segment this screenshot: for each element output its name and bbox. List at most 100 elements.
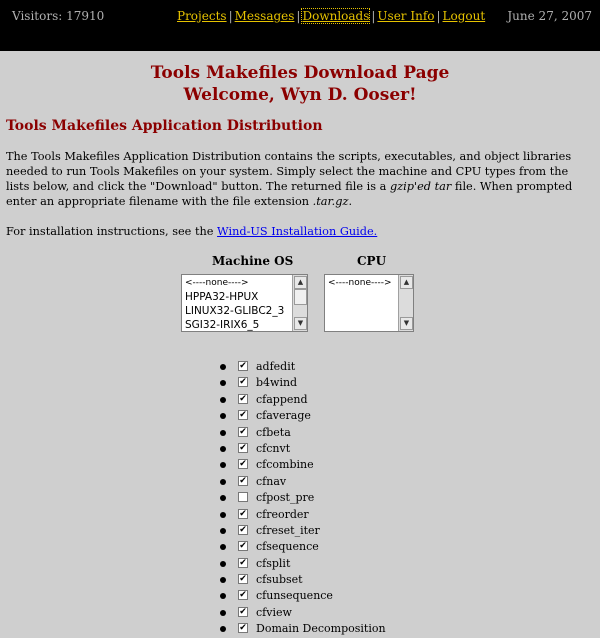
module-checkbox[interactable]: ✔ xyxy=(238,557,248,568)
section-title: Tools Makefiles Application Distribution xyxy=(6,118,323,134)
list-item: ✔ cfbeta xyxy=(0,425,600,441)
nav-messages-link[interactable]: Messages xyxy=(235,9,295,23)
list-item: cfpost_pre xyxy=(0,490,600,506)
cpu-listbox[interactable]: <----none----> ▲ ▼ xyxy=(324,274,414,332)
list-item: ✔ cfunsequence xyxy=(0,588,600,604)
install-text: For installation instructions, see the xyxy=(6,225,218,238)
listbox-option[interactable]: LINUX32-GLIBC2_3 xyxy=(182,304,307,318)
bullet-icon xyxy=(220,577,226,584)
installation-guide-link[interactable]: Wind-US Installation Guide. xyxy=(217,225,377,238)
list-item: ✔ cfaverage xyxy=(0,408,600,424)
current-date: June 27, 2007 xyxy=(507,9,592,23)
welcome-message: Welcome, Wyn D. Ooser! xyxy=(183,85,417,105)
main-nav: Projects | Messages | Downloads | User Info | Lo… xyxy=(177,8,486,24)
bullet-icon xyxy=(220,560,226,567)
module-checkbox[interactable]: ✔ xyxy=(238,475,248,486)
module-label: cfview xyxy=(256,605,292,619)
list-item: ✔ cfcombine xyxy=(0,457,600,473)
module-checkbox[interactable]: ✔ xyxy=(238,524,248,535)
module-label: adfedit xyxy=(256,360,296,373)
module-checkbox[interactable]: ✔ xyxy=(238,508,248,519)
vertical-scrollbar[interactable]: ▲ ▼ xyxy=(292,275,307,331)
scroll-up-icon[interactable]: ▲ xyxy=(400,276,413,289)
module-label: cfbeta xyxy=(256,425,291,439)
page-heading: Tools Makefiles Download Page Welcome, W… xyxy=(0,62,600,106)
scroll-up-icon[interactable]: ▲ xyxy=(294,276,307,289)
list-item: ✔ cfview xyxy=(0,605,600,621)
listbox-option[interactable]: HPPA32-HPUX xyxy=(182,290,307,304)
list-item: ✔ adfedit xyxy=(0,359,600,375)
module-checkbox[interactable]: ✔ xyxy=(238,377,248,388)
module-list: ✔ adfedit ✔ b4wind ✔ cfappend ✔ cfaverage ✔ cfbet… xyxy=(0,359,600,638)
bullet-icon xyxy=(220,527,226,534)
bullet-icon xyxy=(220,413,226,420)
module-label: cfsubset xyxy=(256,573,303,587)
list-item: ✔ Domain Decomposition xyxy=(0,621,600,637)
description-text-3: . xyxy=(348,195,353,208)
bullet-icon xyxy=(220,364,226,370)
scroll-down-icon[interactable]: ▼ xyxy=(294,317,307,330)
module-checkbox[interactable]: ✔ xyxy=(238,426,248,437)
listbox-option[interactable]: <----none----> xyxy=(182,276,307,290)
nav-separator: | xyxy=(296,9,301,23)
module-checkbox[interactable]: ✔ xyxy=(238,361,248,371)
install-paragraph: For installation instructions, see the W… xyxy=(6,224,594,239)
file-type-text: gzip'ed tar xyxy=(389,180,452,193)
nav-projects-link[interactable]: Projects xyxy=(177,9,227,23)
bullet-icon xyxy=(220,445,226,452)
module-label: cfsplit xyxy=(256,556,291,570)
nav-logout-link[interactable]: Logout xyxy=(443,9,486,23)
module-checkbox[interactable]: ✔ xyxy=(238,393,248,404)
module-label: cfnav xyxy=(256,474,287,488)
module-checkbox[interactable]: ✔ xyxy=(238,623,248,634)
module-checkbox[interactable]: ✔ xyxy=(238,459,248,470)
module-checkbox[interactable]: ✔ xyxy=(238,442,248,453)
machine-os-listbox[interactable]: <----none----> HPPA32-HPUX LINUX32-GLIBC… xyxy=(181,274,308,332)
scroll-down-icon[interactable]: ▼ xyxy=(400,317,413,330)
nav-separator: | xyxy=(371,9,376,23)
bullet-icon xyxy=(220,380,226,387)
nav-separator: | xyxy=(228,9,233,23)
list-item: ✔ cfreorder xyxy=(0,507,600,523)
module-checkbox[interactable]: ✔ xyxy=(238,541,248,552)
module-label: cfreorder xyxy=(256,507,309,521)
bullet-icon xyxy=(220,626,226,633)
bullet-icon xyxy=(220,495,226,502)
bullet-icon xyxy=(220,544,226,551)
top-bar: Visitors: 17910 Projects | Messages | Downlo… xyxy=(0,0,600,51)
selectors: Machine OS <----none----> HPPA32-HPUX LI… xyxy=(0,254,600,349)
module-label: Domain Decomposition xyxy=(256,622,386,636)
module-checkbox[interactable]: ✔ xyxy=(238,574,248,585)
page-title: Tools Makefiles Download Page xyxy=(150,63,450,83)
module-label: cfcombine xyxy=(256,458,314,472)
list-item: ✔ cfnav xyxy=(0,474,600,490)
nav-user-info-link[interactable]: User Info xyxy=(377,9,434,23)
module-checkbox[interactable]: ✔ xyxy=(238,590,248,601)
machine-os-label: Machine OS xyxy=(212,254,294,268)
module-label: cfpost_pre xyxy=(256,491,315,505)
module-label: b4wind xyxy=(256,376,298,390)
bullet-icon xyxy=(220,396,226,403)
bullet-icon xyxy=(220,593,226,600)
module-checkbox[interactable] xyxy=(238,492,248,503)
list-item: ✔ cfsubset xyxy=(0,572,600,588)
bullet-icon xyxy=(220,462,226,469)
module-checkbox[interactable]: ✔ xyxy=(238,410,248,421)
module-label: cfaverage xyxy=(256,409,311,423)
vertical-scrollbar[interactable]: ▲ ▼ xyxy=(398,275,413,331)
list-item: ✔ b4wind xyxy=(0,375,600,391)
listbox-option[interactable]: SGI32-IRIX6_5 xyxy=(182,318,307,332)
module-checkbox[interactable]: ✔ xyxy=(238,606,248,617)
scroll-thumb[interactable] xyxy=(294,289,307,305)
description-paragraph: The Tools Makefiles Application Distribu… xyxy=(6,149,594,209)
module-label: cfcnvt xyxy=(256,441,291,455)
list-item: ✔ cfcnvt xyxy=(0,441,600,457)
nav-downloads-link[interactable]: Downloads xyxy=(301,8,371,24)
bullet-icon xyxy=(220,511,226,518)
bullet-icon xyxy=(220,478,226,485)
module-label: cfunsequence xyxy=(256,589,333,603)
module-label: cfsequence xyxy=(256,540,319,554)
module-label: cfappend xyxy=(256,392,308,406)
bullet-icon xyxy=(220,609,226,616)
visitor-count: Visitors: 17910 xyxy=(12,9,105,23)
